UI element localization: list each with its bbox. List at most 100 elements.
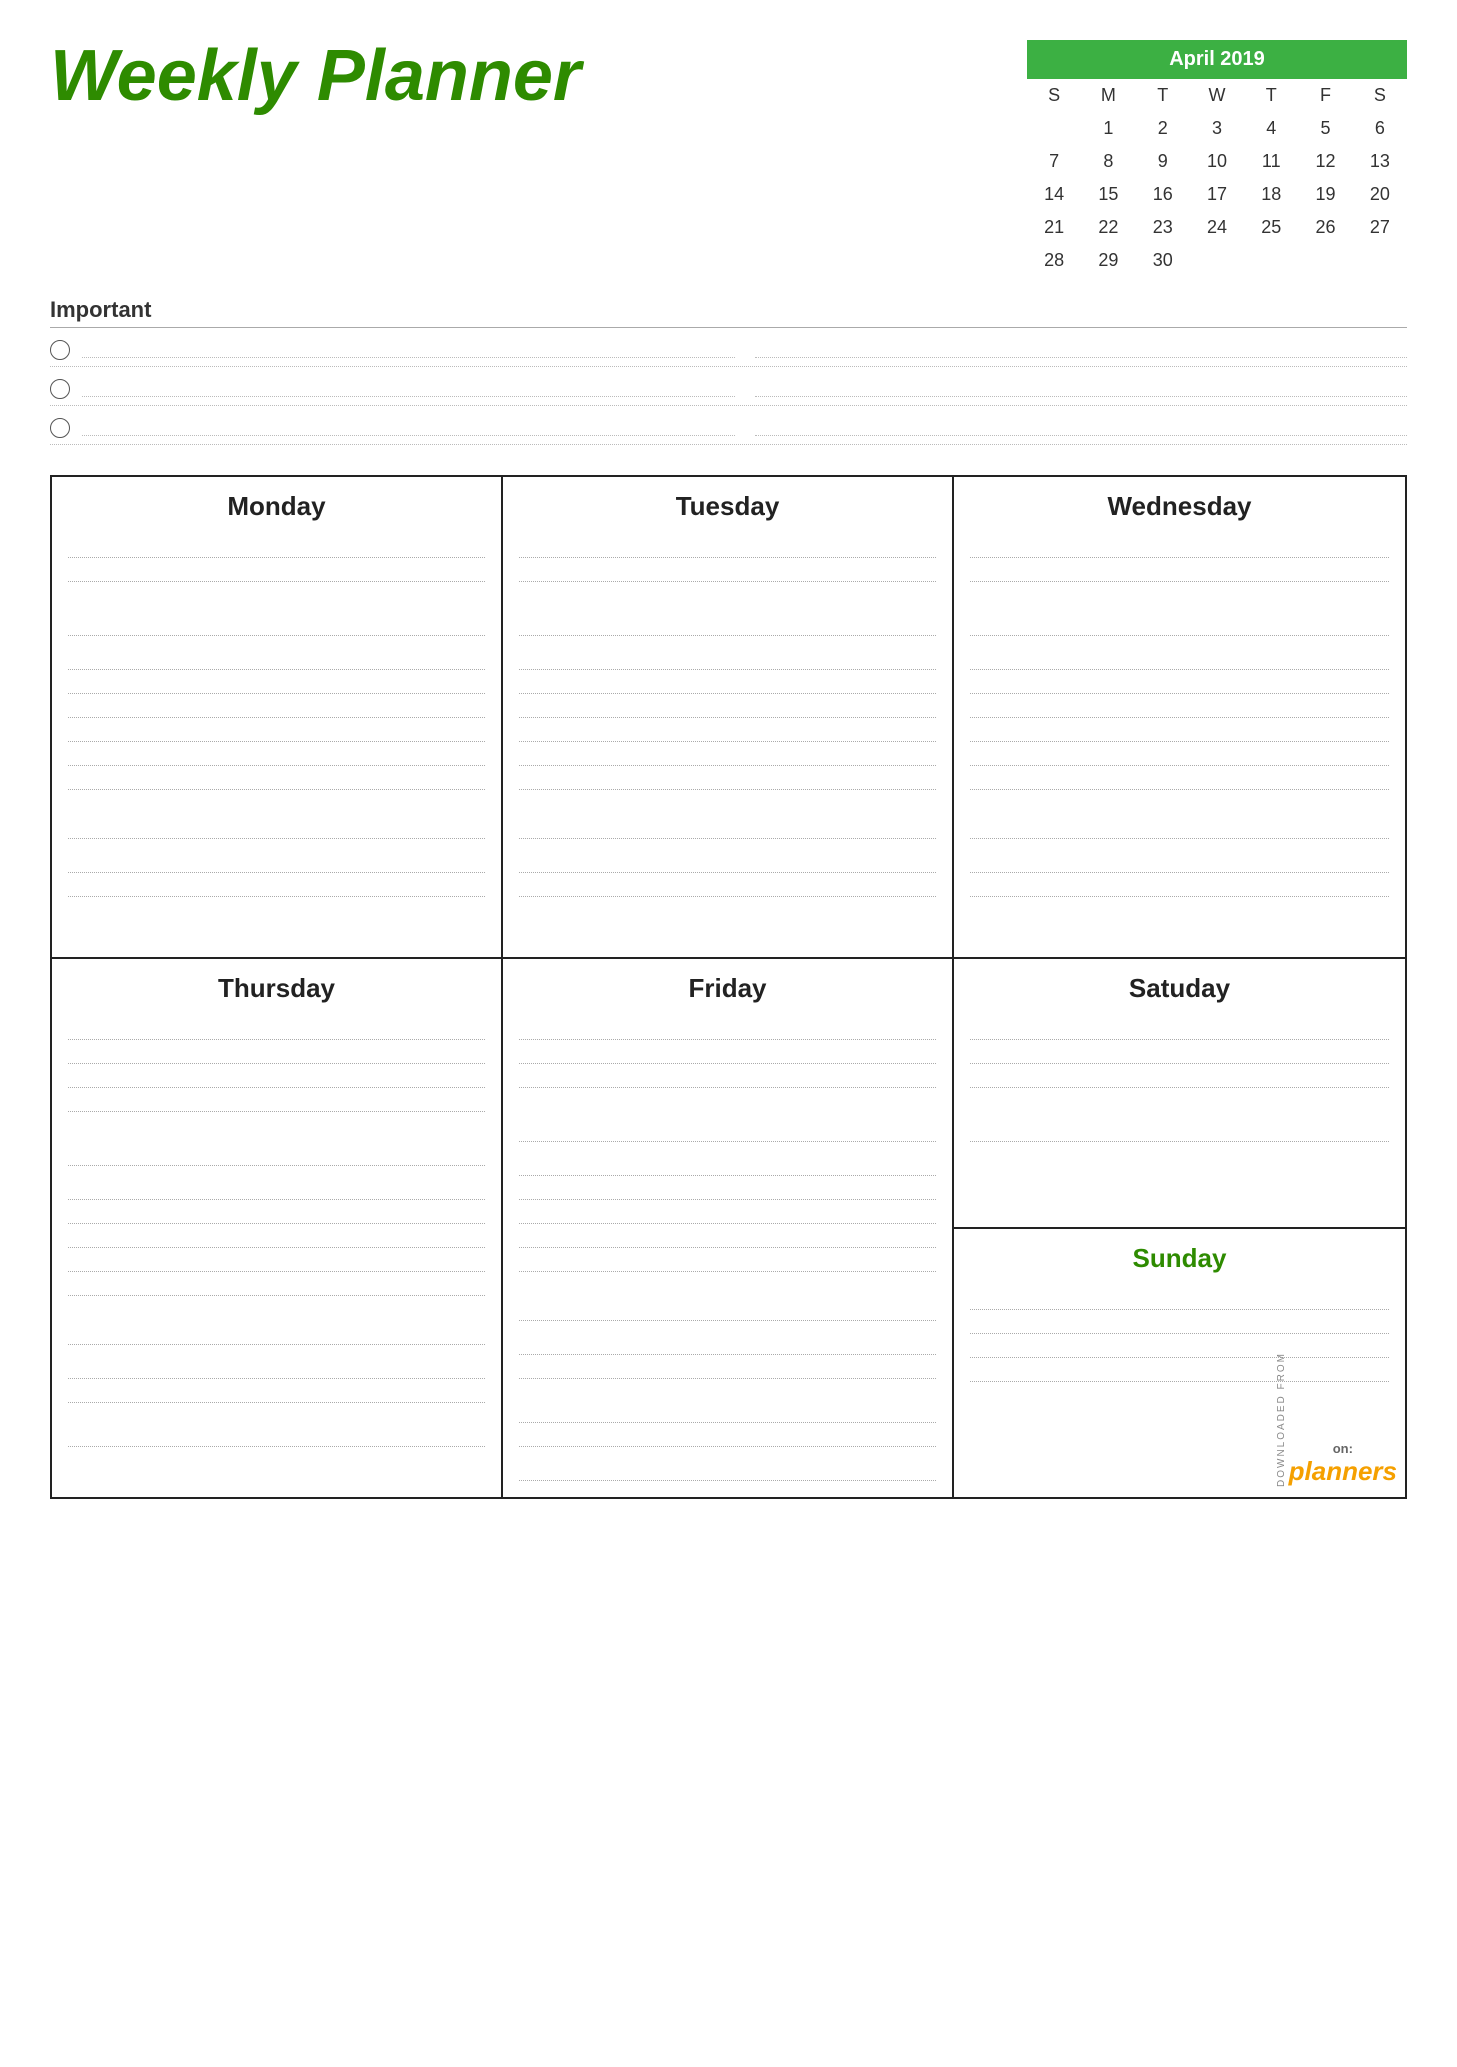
- cal-cell: 21: [1027, 211, 1081, 244]
- sunday-line: [970, 1288, 1389, 1310]
- friday-line: [519, 1018, 936, 1040]
- important-item-1: [50, 334, 1407, 367]
- wednesday-line: [970, 696, 1389, 718]
- cal-cell: 19: [1298, 178, 1352, 211]
- saturday-sunday-cell: Satuday Sunday DOWNLOADED FROM on: plann…: [954, 959, 1405, 1497]
- checkbox-circle-2[interactable]: [50, 379, 70, 399]
- page-header: Weekly Planner April 2019 S M T W T F S …: [50, 40, 1407, 277]
- cal-cell: 16: [1136, 178, 1190, 211]
- important-label: Important: [50, 297, 1407, 328]
- cal-cell: 27: [1353, 211, 1407, 244]
- cal-cell: 5: [1298, 112, 1352, 145]
- cal-cell: 8: [1081, 145, 1135, 178]
- cal-cell: 23: [1136, 211, 1190, 244]
- friday-line: [519, 1120, 936, 1142]
- tuesday-line: [519, 672, 936, 694]
- important-item-3: [50, 412, 1407, 445]
- cal-cell: 14: [1027, 178, 1081, 211]
- cal-cell: 25: [1244, 211, 1298, 244]
- cal-cell: 2: [1136, 112, 1190, 145]
- thursday-line: [68, 1018, 485, 1040]
- saturday-top: Satuday: [954, 959, 1405, 1229]
- wednesday-line: [970, 744, 1389, 766]
- cal-cell: 22: [1081, 211, 1135, 244]
- monday-line: [68, 560, 485, 582]
- monday-line: [68, 851, 485, 873]
- week-grid-top: Monday Tuesday: [50, 475, 1407, 957]
- calendar-table: S M T W T F S 1 2 3 4 5 6: [1027, 79, 1407, 277]
- cal-day-header-s1: S: [1027, 79, 1081, 112]
- week-grid-bottom: Thursday Friday: [50, 957, 1407, 1499]
- checkbox-circle-3[interactable]: [50, 418, 70, 438]
- friday-line: [519, 1299, 936, 1321]
- tuesday-cell: Tuesday: [503, 477, 954, 957]
- friday-cell: Friday: [503, 959, 954, 1497]
- cal-day-header-m: M: [1081, 79, 1135, 112]
- tuesday-line: [519, 536, 936, 558]
- thursday-line: [68, 1178, 485, 1200]
- thursday-line: [68, 1425, 485, 1447]
- cal-day-header-t2: T: [1244, 79, 1298, 112]
- cal-cell: 6: [1353, 112, 1407, 145]
- watermark-downloaded-text: DOWNLOADED FROM: [1276, 1352, 1287, 1487]
- thursday-line: [68, 1226, 485, 1248]
- cal-cell: 1: [1081, 112, 1135, 145]
- wednesday-line: [970, 851, 1389, 873]
- friday-line: [519, 1459, 936, 1481]
- cal-cell: [1353, 244, 1407, 277]
- wednesday-line: [970, 768, 1389, 790]
- thursday-line: [68, 1357, 485, 1379]
- tuesday-line: [519, 875, 936, 897]
- thursday-line: [68, 1381, 485, 1403]
- friday-line: [519, 1178, 936, 1200]
- cal-cell: 24: [1190, 211, 1244, 244]
- friday-line: [519, 1250, 936, 1272]
- friday-line: [519, 1333, 936, 1355]
- friday-line: [519, 1066, 936, 1088]
- cal-week-3: 14 15 16 17 18 19 20: [1027, 178, 1407, 211]
- thursday-line: [68, 1144, 485, 1166]
- cal-cell: 3: [1190, 112, 1244, 145]
- monday-line: [68, 648, 485, 670]
- cal-cell: 17: [1190, 178, 1244, 211]
- sunday-section: Sunday DOWNLOADED FROM on: planners: [954, 1229, 1405, 1497]
- wednesday-line: [970, 648, 1389, 670]
- friday-line: [519, 1042, 936, 1064]
- cal-cell: 26: [1298, 211, 1352, 244]
- friday-line: [519, 1154, 936, 1176]
- tuesday-label: Tuesday: [519, 491, 936, 522]
- monday-line: [68, 768, 485, 790]
- saturday-line: [970, 1066, 1389, 1088]
- cal-cell: 29: [1081, 244, 1135, 277]
- monday-line: [68, 672, 485, 694]
- friday-line: [519, 1226, 936, 1248]
- brand-planners: planners: [1289, 1456, 1397, 1487]
- cal-day-header-t1: T: [1136, 79, 1190, 112]
- monday-line: [68, 696, 485, 718]
- cal-day-header-f: F: [1298, 79, 1352, 112]
- tuesday-line: [519, 696, 936, 718]
- thursday-line: [68, 1042, 485, 1064]
- cal-cell: 9: [1136, 145, 1190, 178]
- cal-cell: 30: [1136, 244, 1190, 277]
- cal-cell: 28: [1027, 244, 1081, 277]
- thursday-line: [68, 1323, 485, 1345]
- cal-cell: [1190, 244, 1244, 277]
- friday-line: [519, 1401, 936, 1423]
- important-section: Important: [50, 297, 1407, 445]
- sunday-label: Sunday: [970, 1243, 1389, 1274]
- checkbox-circle-1[interactable]: [50, 340, 70, 360]
- saturday-line: [970, 1042, 1389, 1064]
- mini-calendar: April 2019 S M T W T F S 1 2 3: [1027, 40, 1407, 277]
- friday-line: [519, 1425, 936, 1447]
- tuesday-line: [519, 768, 936, 790]
- thursday-label: Thursday: [68, 973, 485, 1004]
- friday-label: Friday: [519, 973, 936, 1004]
- cal-cell: 4: [1244, 112, 1298, 145]
- cal-cell: [1244, 244, 1298, 277]
- cal-day-header-w: W: [1190, 79, 1244, 112]
- monday-line: [68, 720, 485, 742]
- cal-cell: 11: [1244, 145, 1298, 178]
- cal-cell: 7: [1027, 145, 1081, 178]
- saturday-label: Satuday: [970, 973, 1389, 1004]
